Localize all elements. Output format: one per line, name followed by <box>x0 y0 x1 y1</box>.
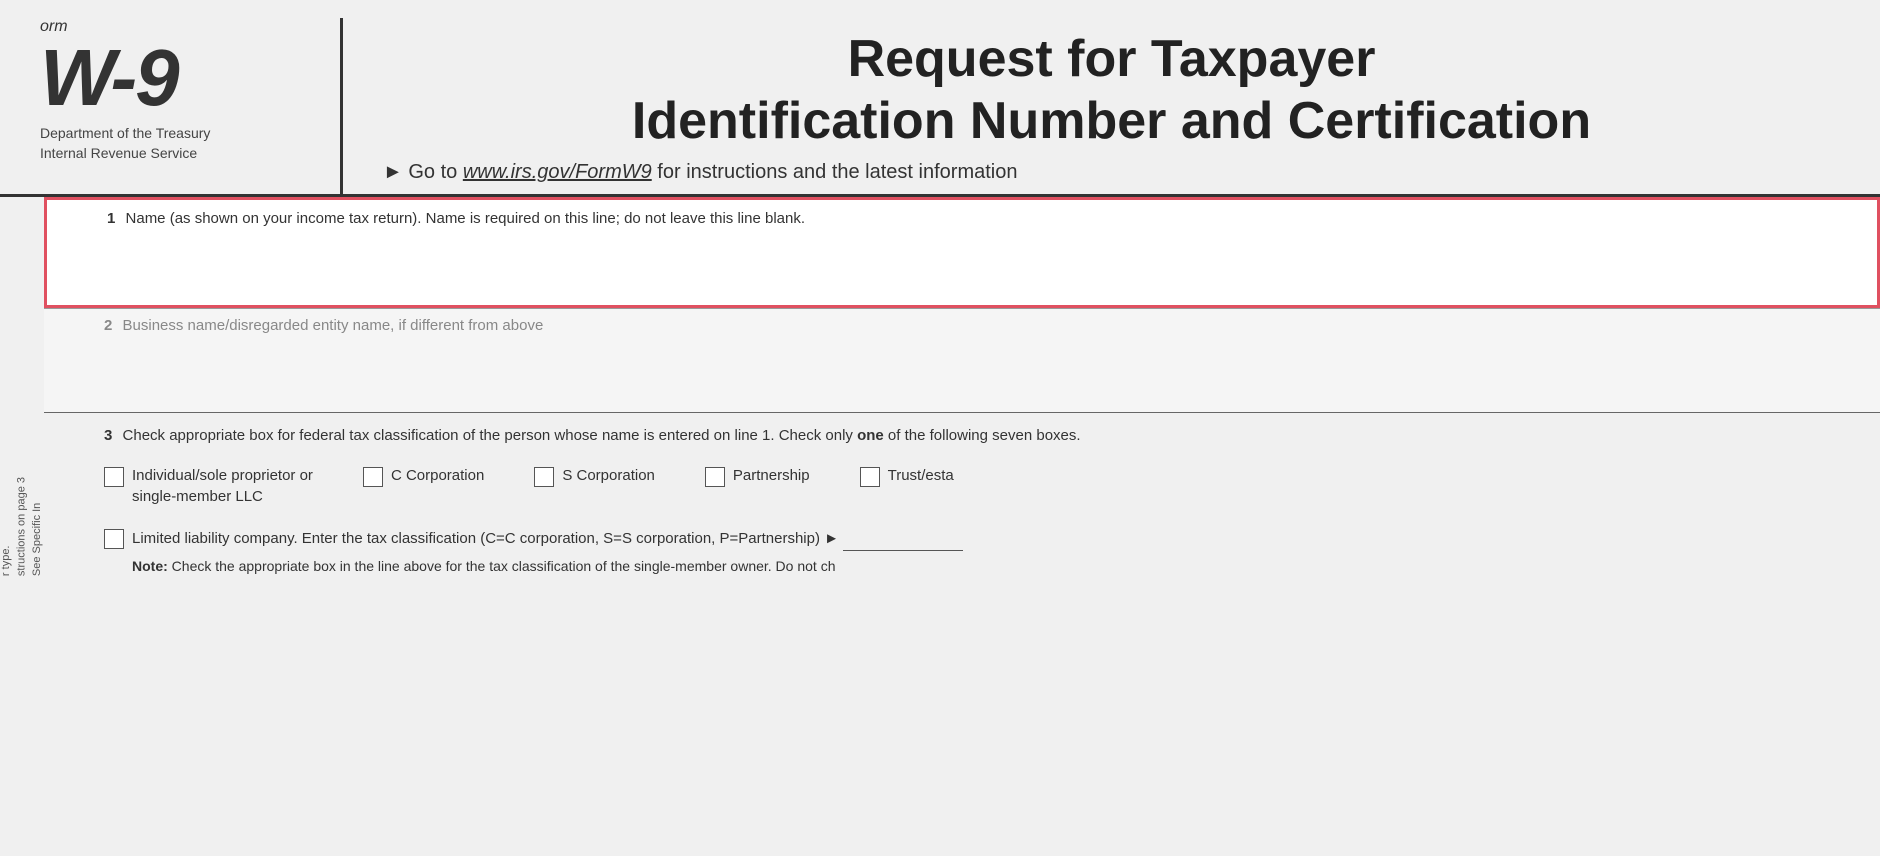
checkbox-c-corp-label: C Corporation <box>391 465 484 486</box>
department-info: Department of the Treasury Internal Reve… <box>40 124 210 163</box>
llc-input-underline <box>843 527 963 551</box>
field-2-number: 2 <box>104 317 112 334</box>
checkbox-individual: Individual/sole proprietor orsingle-memb… <box>104 465 313 507</box>
field-1-number: 1 <box>107 210 115 227</box>
field-1-container: 1 Name (as shown on your income tax retu… <box>44 197 1880 308</box>
llc-text: Limited liability company. Enter the tax… <box>132 527 1864 551</box>
form-header: orm W-9 Department of the Treasury Inter… <box>0 0 1880 197</box>
department-line1: Department of the Treasury <box>40 124 210 144</box>
field-3-text: Check appropriate box for federal tax cl… <box>123 427 1081 444</box>
checkbox-partnership: Partnership <box>705 465 810 487</box>
checkbox-llc-box[interactable] <box>104 529 124 549</box>
field-2-text: Business name/disregarded entity name, i… <box>123 317 544 334</box>
field-2-container: 2 Business name/disregarded entity name,… <box>44 308 1880 412</box>
checkbox-c-corp-box[interactable] <box>363 467 383 487</box>
checkbox-partnership-label: Partnership <box>733 465 810 486</box>
field-1-input[interactable] <box>107 235 1861 275</box>
main-title: Request for Taxpayer Identification Numb… <box>383 28 1840 153</box>
llc-note: Note: Check the appropriate box in the l… <box>104 557 1864 577</box>
subtitle: ► Go to www.irs.gov/FormW9 for instructi… <box>383 161 1840 184</box>
checkbox-trust-label: Trust/esta <box>888 465 954 486</box>
checkbox-s-corp: S Corporation <box>534 465 655 487</box>
field-1-label: 1 Name (as shown on your income tax retu… <box>107 210 1861 227</box>
field-3-container: 3 Check appropriate box for federal tax … <box>44 412 1880 597</box>
note-bold-label: Note: <box>132 558 168 574</box>
header-divider <box>340 18 343 194</box>
left-sidebar: r type.structions on page 3See Specific … <box>0 197 44 597</box>
main-form-content: 1 Name (as shown on your income tax retu… <box>44 197 1880 597</box>
checkbox-s-corp-box[interactable] <box>534 467 554 487</box>
field-2-input[interactable] <box>104 342 1864 382</box>
field-3-number: 3 <box>104 427 112 444</box>
main-title-line1: Request for Taxpayer <box>383 28 1840 90</box>
department-line2: Internal Revenue Service <box>40 144 210 164</box>
header-right: Request for Taxpayer Identification Numb… <box>363 18 1880 194</box>
checkbox-trust-box[interactable] <box>860 467 880 487</box>
field-1-text: Name (as shown on your income tax return… <box>126 210 806 227</box>
page: orm W-9 Department of the Treasury Inter… <box>0 0 1880 856</box>
checkbox-trust: Trust/esta <box>860 465 954 487</box>
sidebar-text-container: r type.structions on page 3See Specific … <box>0 197 44 597</box>
form-number: W-9 <box>40 38 178 118</box>
form-content: r type.structions on page 3See Specific … <box>0 197 1880 597</box>
sidebar-rotated-text: r type.structions on page 3See Specific … <box>0 477 45 576</box>
checkbox-individual-label: Individual/sole proprietor orsingle-memb… <box>132 465 313 507</box>
checkboxes-row: Individual/sole proprietor orsingle-memb… <box>104 465 1864 507</box>
checkbox-individual-box[interactable] <box>104 467 124 487</box>
checkbox-c-corp: C Corporation <box>363 465 484 487</box>
checkbox-s-corp-label: S Corporation <box>562 465 655 486</box>
checkbox-partnership-box[interactable] <box>705 467 725 487</box>
field-3-header: 3 Check appropriate box for federal tax … <box>104 425 1864 448</box>
main-title-line2: Identification Number and Certification <box>383 90 1840 152</box>
note-content: Check the appropriate box in the line ab… <box>172 558 836 574</box>
field-2-label: 2 Business name/disregarded entity name,… <box>104 317 1864 334</box>
llc-row: Limited liability company. Enter the tax… <box>104 527 1864 551</box>
header-left: orm W-9 Department of the Treasury Inter… <box>0 18 320 194</box>
